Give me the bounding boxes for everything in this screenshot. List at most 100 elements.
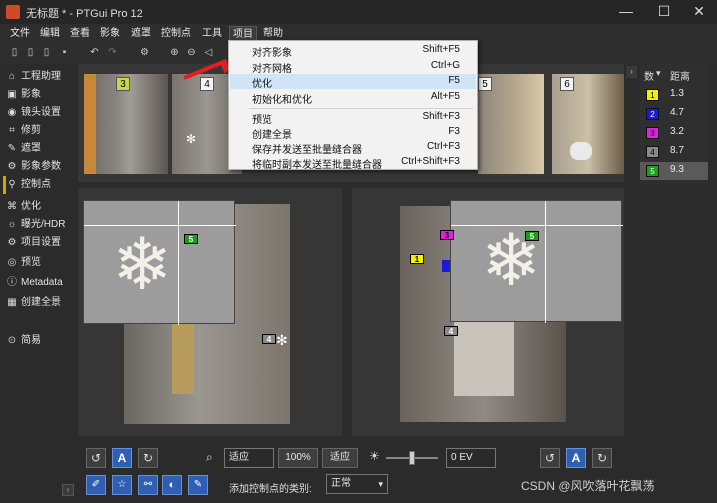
- menu-tools[interactable]: 工具: [202, 26, 222, 41]
- save-icon[interactable]: ▪: [58, 46, 71, 59]
- rotate-left-button[interactable]: ↺: [86, 448, 106, 468]
- auto-align-button[interactable]: A: [112, 448, 132, 468]
- maximize-button[interactable]: ☐: [646, 0, 682, 24]
- rotate-right-button[interactable]: ↻: [138, 448, 158, 468]
- sidebar-item-preview[interactable]: ◎ 预览: [6, 254, 78, 272]
- redo-icon[interactable]: ↷: [106, 46, 119, 59]
- chevron-down-icon: ▾: [378, 479, 383, 489]
- control-point-marker[interactable]: 5: [525, 231, 539, 241]
- control-point-marker[interactable]: 3: [440, 230, 454, 240]
- menu-item-create-panorama[interactable]: 创建全景 F3: [230, 125, 476, 141]
- link-icon[interactable]: ⚯: [138, 475, 158, 495]
- brightness-icon: ☀: [369, 449, 380, 463]
- exposure-slider-handle[interactable]: [409, 451, 415, 465]
- thumbnail-3[interactable]: 3: [84, 74, 168, 174]
- menu-item-send-temp-batch[interactable]: 将临时副本发送至批量缝合器 Ctrl+Shift+F3: [230, 155, 476, 171]
- menu-help[interactable]: 帮助: [263, 26, 283, 41]
- circle-arrow-icon: ⊙: [7, 335, 17, 346]
- table-row-selected[interactable]: 5 9.3: [640, 162, 708, 180]
- sidebar-item-images[interactable]: ▣ 影象: [6, 86, 78, 104]
- menu-control-points[interactable]: 控制点: [161, 26, 191, 41]
- thumbnail-5[interactable]: 5: [478, 74, 544, 174]
- auto-align-button-right[interactable]: A: [566, 448, 586, 468]
- zoom-in-icon[interactable]: ⊕: [168, 46, 181, 59]
- zoom-out-icon[interactable]: ⊖: [185, 46, 198, 59]
- thumbnail-number: 5: [478, 77, 492, 91]
- control-point-marker[interactable]: 1: [410, 254, 424, 264]
- fit-left-field[interactable]: 适应: [224, 448, 274, 468]
- menu-view[interactable]: 查看: [70, 26, 90, 41]
- table-row[interactable]: 3 3.2: [640, 124, 708, 142]
- sidebar-item-control-points[interactable]: ⚲ 控制点: [3, 176, 75, 194]
- menu-project[interactable]: 项目: [229, 26, 257, 41]
- sidebar-item-mask[interactable]: ✎ 遮罩: [6, 140, 78, 158]
- column-header-number[interactable]: 数: [644, 68, 654, 83]
- mask-icon: ✎: [7, 143, 17, 154]
- right-image-panel[interactable]: ❄ 5 3 1 4: [352, 188, 624, 436]
- window-title: 无标题 * - PTGui Pro 12: [26, 8, 143, 20]
- open-icon[interactable]: ▯: [24, 46, 37, 59]
- menu-item-optimize[interactable]: 优化 F5: [230, 74, 476, 90]
- close-button[interactable]: ✕: [681, 0, 717, 24]
- panorama-icon: ▦: [7, 297, 17, 308]
- sidebar-item-lens-settings[interactable]: ◉ 镜头设置: [6, 104, 78, 122]
- column-header-distance[interactable]: 距离: [670, 68, 690, 83]
- add-point-icon[interactable]: ✐: [86, 475, 106, 495]
- sidebar-item-simple[interactable]: ⊙ 简易: [6, 332, 78, 350]
- collapse-sidebar-button[interactable]: ‹: [62, 484, 74, 496]
- eyedropper-icon[interactable]: ✎: [188, 475, 208, 495]
- rotate-right-button-right[interactable]: ↻: [592, 448, 612, 468]
- minimize-button[interactable]: —: [608, 0, 644, 24]
- previous-icon[interactable]: ◁: [202, 46, 215, 59]
- title-bar: 无标题 * - PTGui Pro 12 — ☐ ✕: [0, 0, 717, 24]
- sidebar-item-optimize[interactable]: ⌘ 优化: [6, 198, 78, 216]
- optimize-icon: ⌘: [7, 201, 17, 212]
- control-point-marker[interactable]: 4: [444, 326, 458, 336]
- sort-icon[interactable]: ▾: [656, 68, 661, 79]
- contrast-icon[interactable]: ◐: [162, 475, 182, 495]
- fit-right-button[interactable]: 适应: [322, 448, 358, 468]
- menu-item-init-optimize[interactable]: 初始化和优化 Alt+F5: [230, 90, 476, 106]
- control-point-marker[interactable]: 5: [184, 234, 198, 244]
- sidebar-item-image-parameters[interactable]: ⚙ 影象参数: [6, 158, 78, 176]
- table-row[interactable]: 1 1.3: [640, 86, 708, 104]
- menu-file[interactable]: 文件: [10, 26, 30, 41]
- menu-item-align-images[interactable]: 对齐影象 Shift+F5: [230, 43, 476, 59]
- new-icon[interactable]: ▯: [8, 46, 21, 59]
- rotate-left-button-right[interactable]: ↺: [540, 448, 560, 468]
- thumbnail-6[interactable]: 6: [552, 74, 624, 174]
- project-menu-dropdown: 对齐影象 Shift+F5 对齐网格 Ctrl+G 优化 F5 初始化和优化 A…: [228, 40, 478, 171]
- sun-icon: ☼: [7, 219, 17, 230]
- snowflake-icon: ❄: [112, 225, 173, 305]
- thumbnail-number: 6: [560, 77, 574, 91]
- ev-field[interactable]: 0 EV: [446, 448, 496, 468]
- image-icon: ▣: [7, 89, 17, 100]
- sidebar-item-project-assistant[interactable]: ⌂ 工程助理: [6, 68, 78, 86]
- sidebar-item-crop[interactable]: ⌗ 修剪: [6, 122, 78, 140]
- menu-item-align-grid[interactable]: 对齐网格 Ctrl+G: [230, 59, 476, 75]
- menu-mask[interactable]: 遮罩: [131, 26, 151, 41]
- sidebar-item-create-panorama[interactable]: ▦ 创建全景: [6, 294, 78, 312]
- settings-icon[interactable]: ⚙: [138, 46, 151, 59]
- menu-separator: [249, 108, 473, 109]
- control-point-marker-blue[interactable]: [442, 260, 450, 272]
- undo-icon[interactable]: ↶: [88, 46, 101, 59]
- scroll-right-icon[interactable]: ›: [626, 66, 637, 78]
- left-image-panel[interactable]: ❄ 5 4 ✻: [78, 188, 342, 436]
- zoom-100-button[interactable]: 100%: [278, 448, 318, 468]
- menu-images[interactable]: 影象: [100, 26, 120, 41]
- menu-item-save-send-batch[interactable]: 保存并发送至批量缝合器 Ctrl+F3: [230, 140, 476, 156]
- menu-edit[interactable]: 编辑: [40, 26, 60, 41]
- table-row[interactable]: 2 4.7: [640, 105, 708, 123]
- crop-icon: ⌗: [9, 125, 15, 136]
- snowflake-icon: ✻: [276, 332, 288, 348]
- control-point-marker[interactable]: 4: [262, 334, 276, 344]
- copy-icon[interactable]: ▯: [40, 46, 53, 59]
- menu-item-preview[interactable]: 预览 Shift+F3: [230, 110, 476, 126]
- table-row[interactable]: 4 8.7: [640, 143, 708, 161]
- sidebar-item-metadata[interactable]: ⓘ Metadata: [6, 274, 78, 292]
- sidebar-item-project-settings[interactable]: ⚙ 项目设置: [6, 234, 78, 252]
- cp-type-select[interactable]: 正常 ▾: [326, 474, 388, 494]
- sidebar-item-exposure-hdr[interactable]: ☼ 曝光/HDR: [6, 216, 78, 234]
- star-icon[interactable]: ☆: [112, 475, 132, 495]
